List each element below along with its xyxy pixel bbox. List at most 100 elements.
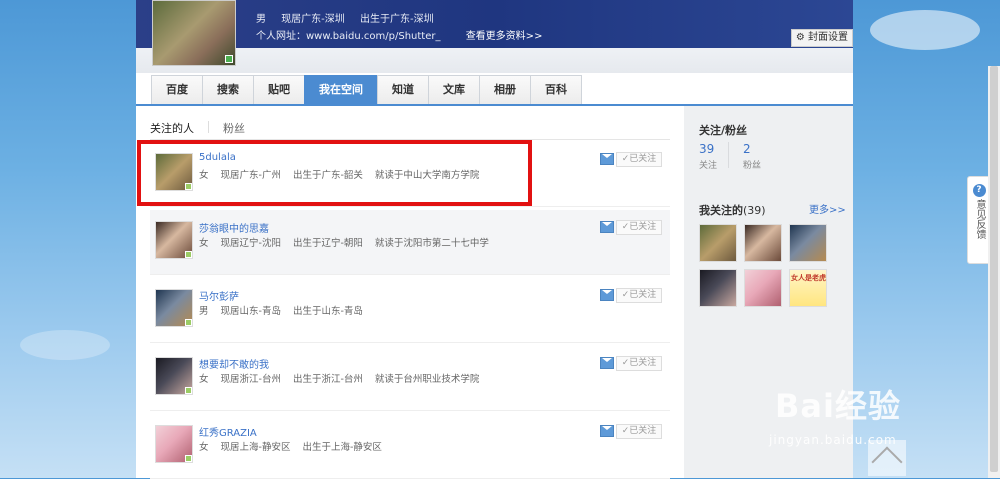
baidu-jingyan-watermark: Bai经验 jingyan.baidu.com — [765, 375, 955, 455]
highlight-box — [137, 140, 532, 206]
user-info: 男现居山东-青岛 出生于山东-青岛 — [199, 303, 375, 317]
message-icon[interactable] — [600, 153, 614, 165]
cover-settings-label: 封面设置 — [808, 32, 848, 43]
user-info: 女现居浙江-台州 出生于浙江-台州 就读于台州职业技术学院 — [199, 371, 491, 385]
followed-button[interactable]: ✓已关注 — [616, 288, 662, 303]
online-status-dot — [185, 319, 192, 326]
profile-birthplace: 出生于广东-深圳 — [359, 14, 434, 25]
follow-list-item: 莎翁眼中的思嘉女现居辽宁-沈阳 出生于辽宁-朝阳 就读于沈阳市第二十七中学 ✓已关注 — [150, 210, 670, 275]
user-avatar-thumb[interactable] — [155, 425, 193, 463]
tab-6[interactable]: 相册 — [479, 75, 531, 104]
gear-icon: ⚙ — [795, 32, 805, 43]
follow-list-item: 马尔彭萨男现居山东-青岛 出生于山东-青岛 ✓已关注 — [150, 278, 670, 343]
followed-label: 已关注 — [629, 154, 657, 164]
user-avatar-thumb[interactable] — [155, 357, 193, 395]
following-thumbnail[interactable] — [744, 224, 782, 262]
user-residence: 现居辽宁-沈阳 — [220, 238, 281, 249]
user-school: 就读于台州职业技术学院 — [374, 374, 480, 385]
user-birthplace: 出生于浙江-台州 — [292, 374, 363, 385]
more-info-link[interactable]: 查看更多资料>> — [466, 31, 543, 42]
nav-tabs: 百度 搜索 贴吧 我在空间 知道 文库 相册 百科 — [151, 75, 582, 104]
user-avatar-thumb[interactable] — [155, 289, 193, 327]
message-icon[interactable] — [600, 289, 614, 301]
user-name-link[interactable]: 红秀GRAZIA — [199, 424, 257, 439]
background-cloud — [20, 330, 110, 360]
user-gender: 女 — [199, 374, 209, 385]
my-following-title: 我关注的(39) — [699, 202, 766, 218]
user-avatar-thumb[interactable] — [155, 221, 193, 259]
subtab-fans[interactable]: 粉丝 — [223, 120, 245, 136]
follow-subtabs: 关注的人 粉丝 — [150, 120, 245, 136]
user-birthplace: 出生于辽宁-朝阳 — [292, 238, 363, 249]
online-status-dot — [185, 387, 192, 394]
user-name-link[interactable]: 想要却不敢的我 — [199, 356, 269, 371]
user-school: 就读于沈阳市第二十七中学 — [374, 238, 489, 249]
user-gender: 女 — [199, 442, 209, 453]
fans-count[interactable]: 2 — [743, 142, 751, 156]
followed-button[interactable]: ✓已关注 — [616, 356, 662, 371]
profile-basic-info: 男 现居广东-深圳 出生于广东-深圳 — [256, 10, 446, 25]
following-thumbnail[interactable] — [699, 269, 737, 307]
homepage-label: 个人网址： — [256, 31, 306, 42]
tab-1[interactable]: 搜索 — [202, 75, 254, 104]
tab-2[interactable]: 贴吧 — [253, 75, 305, 104]
following-thumbnail[interactable] — [789, 224, 827, 262]
count-divider — [728, 142, 729, 168]
online-status-dot — [185, 455, 192, 462]
my-following-title-text: 我关注的 — [699, 204, 743, 217]
user-residence: 现居山东-青岛 — [220, 306, 281, 317]
scrollbar[interactable] — [988, 66, 1000, 478]
user-info: 女现居上海-静安区 出生于上海-静安区 — [199, 439, 394, 453]
followed-button[interactable]: ✓已关注 — [616, 152, 662, 167]
followed-label: 已关注 — [629, 426, 657, 436]
watermark-brand: Bai经验 — [775, 387, 901, 425]
online-status-dot — [225, 55, 233, 63]
user-gender: 女 — [199, 238, 209, 249]
following-thumbnail[interactable] — [699, 224, 737, 262]
user-name-link[interactable]: 莎翁眼中的思嘉 — [199, 220, 269, 235]
my-following-count: (39) — [743, 204, 766, 217]
user-info: 女现居辽宁-沈阳 出生于辽宁-朝阳 就读于沈阳市第二十七中学 — [199, 235, 501, 249]
tab-3[interactable]: 我在空间 — [304, 75, 378, 104]
following-thumbnail[interactable] — [744, 269, 782, 307]
scrollbar-thumb[interactable] — [990, 66, 998, 472]
subtab-following[interactable]: 关注的人 — [150, 120, 194, 136]
back-to-top-button[interactable] — [868, 440, 906, 476]
page-container: 男 现居广东-深圳 出生于广东-深圳 个人网址：www.baidu.com/p/… — [136, 0, 853, 479]
user-name-link[interactable]: 马尔彭萨 — [199, 288, 239, 303]
tab-7[interactable]: 百科 — [530, 75, 582, 104]
message-icon[interactable] — [600, 425, 614, 437]
user-gender: 男 — [199, 306, 209, 317]
fans-count-label: 粉丝 — [743, 161, 762, 171]
user-residence: 现居浙江-台州 — [220, 374, 281, 385]
tab-5[interactable]: 文库 — [428, 75, 480, 104]
message-icon[interactable] — [600, 221, 614, 233]
homepage-url[interactable]: www.baidu.com/p/Shutter_ — [306, 31, 441, 42]
thumbnail-caption: 女人是老虎 — [791, 274, 826, 282]
user-residence: 现居上海-静安区 — [220, 442, 291, 453]
question-icon: ? — [972, 184, 986, 197]
online-status-dot — [185, 251, 192, 258]
following-thumbnail[interactable]: 女人是老虎 — [789, 269, 827, 307]
followed-button[interactable]: ✓已关注 — [616, 424, 662, 439]
following-count-label: 关注 — [699, 161, 718, 171]
more-following-link[interactable]: 更多>> — [809, 201, 846, 216]
following-count[interactable]: 39 — [699, 142, 714, 156]
followed-label: 已关注 — [629, 290, 657, 300]
profile-residence: 现居广东-深圳 — [281, 14, 345, 25]
user-birthplace: 出生于上海-静安区 — [302, 442, 382, 453]
tab-4[interactable]: 知道 — [377, 75, 429, 104]
followed-button[interactable]: ✓已关注 — [616, 220, 662, 235]
tab-0[interactable]: 百度 — [151, 75, 203, 104]
profile-homepage: 个人网址：www.baidu.com/p/Shutter_ 查看更多资料>> — [256, 27, 554, 42]
followed-label: 已关注 — [629, 358, 657, 368]
follow-list-item: 想要却不敢的我女现居浙江-台州 出生于浙江-台州 就读于台州职业技术学院 ✓已关注 — [150, 346, 670, 411]
user-birthplace: 出生于山东-青岛 — [292, 306, 363, 317]
background-cloud — [870, 10, 980, 50]
message-icon[interactable] — [600, 357, 614, 369]
user-avatar[interactable] — [152, 0, 236, 66]
profile-gender: 男 — [256, 14, 266, 25]
cover-settings-button[interactable]: ⚙ 封面设置 — [790, 29, 853, 47]
followed-label: 已关注 — [629, 222, 657, 232]
sidebar-heading: 关注/粉丝 — [699, 124, 748, 137]
